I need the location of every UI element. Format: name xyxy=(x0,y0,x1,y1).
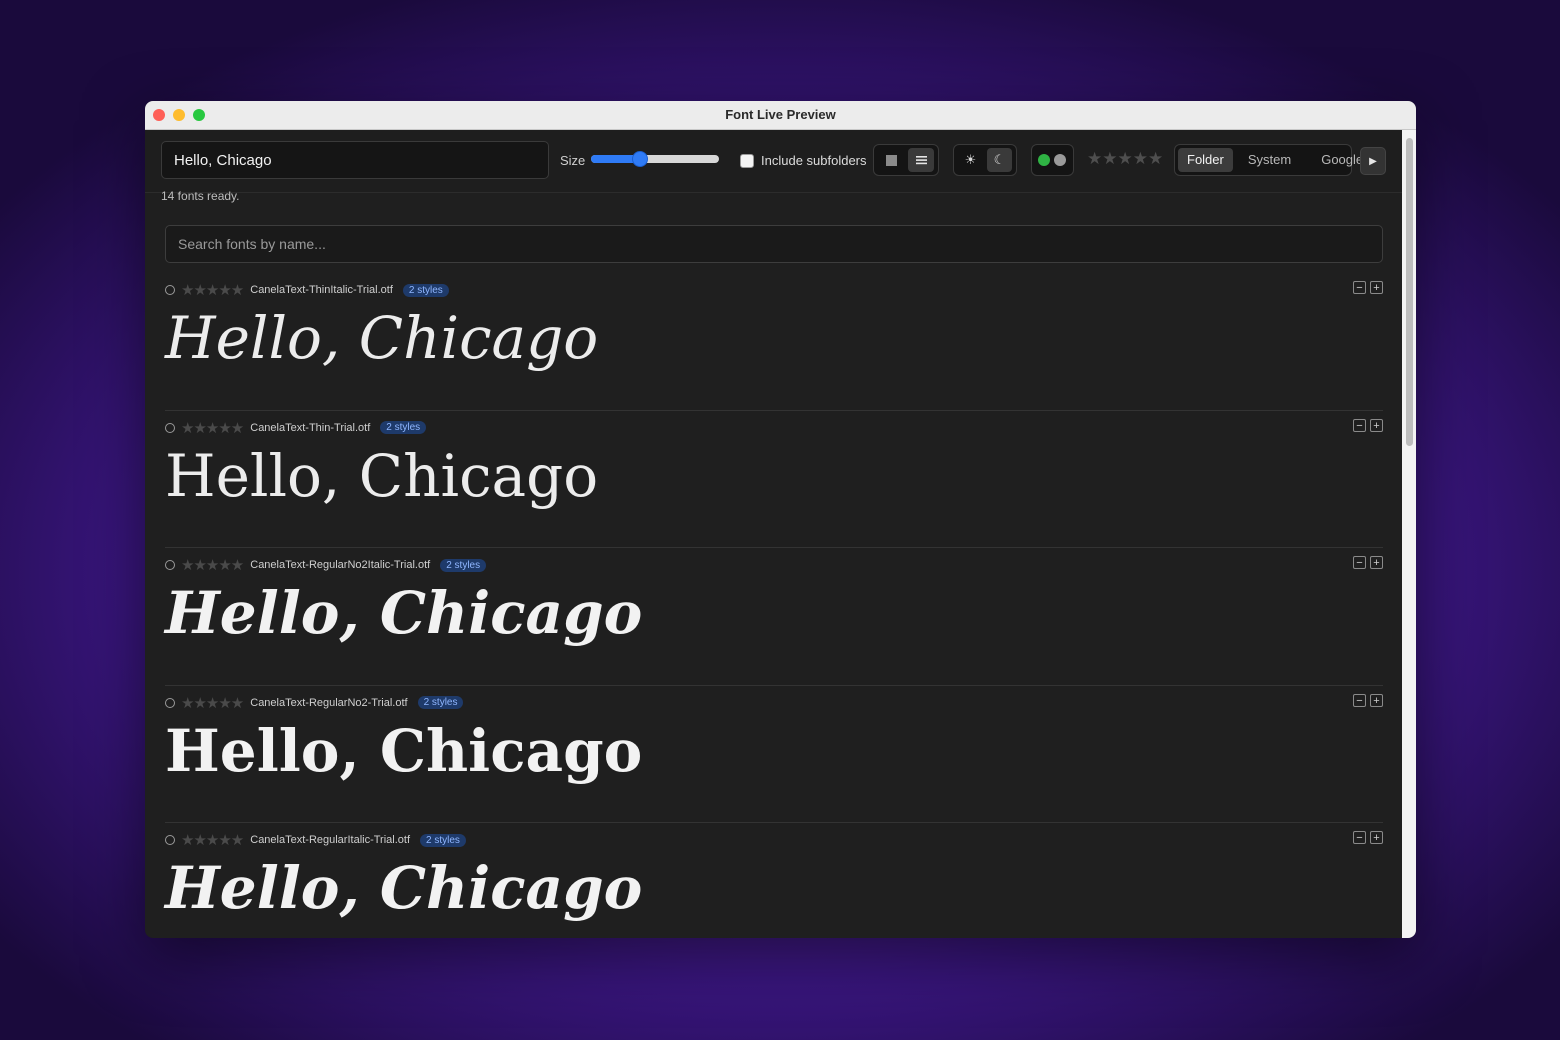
row-controls: − + xyxy=(1353,281,1383,294)
search-input[interactable] xyxy=(165,225,1383,263)
font-file-name: CanelaText-RegularItalic-Trial.otf xyxy=(250,834,411,846)
decrease-button[interactable]: − xyxy=(1353,556,1366,569)
font-file-name: CanelaText-Thin-Trial.otf xyxy=(250,421,371,434)
select-radio[interactable] xyxy=(165,560,175,570)
font-row-meta: ★★★★★ CanelaText-RegularNo2Italic-Trial.… xyxy=(165,556,487,574)
moon-icon: ☾ xyxy=(993,152,1006,167)
color-filter-toggle xyxy=(1031,144,1074,176)
font-file-name: CanelaText-ThinItalic-Trial.otf xyxy=(250,284,393,296)
sun-icon: ☀ xyxy=(964,152,977,167)
font-sample-text: Hello, Chicago xyxy=(165,304,599,372)
window-title: Font Live Preview xyxy=(725,107,836,122)
increase-button[interactable]: + xyxy=(1370,281,1383,294)
select-radio[interactable] xyxy=(165,697,175,708)
gray-dot-button[interactable] xyxy=(1054,154,1066,166)
row-controls: − + xyxy=(1353,831,1383,844)
app-window: Font Live Preview Size Include subfolder… xyxy=(145,101,1416,938)
chevron-right-icon: ▶ xyxy=(1369,155,1377,167)
source-system-button[interactable]: System xyxy=(1239,148,1300,172)
list-icon xyxy=(915,156,927,165)
styles-badge[interactable]: 2 styles xyxy=(402,283,449,297)
font-row-meta: ★★★★★ CanelaText-Thin-Trial.otf 2 styles xyxy=(165,419,427,437)
view-mode-toggle xyxy=(873,144,939,176)
green-dot-button[interactable] xyxy=(1038,154,1050,166)
include-subfolders-label[interactable]: Include subfolders xyxy=(761,153,867,168)
font-file-name: CanelaText-RegularNo2Italic-Trial.otf xyxy=(250,559,431,571)
title-bar: Font Live Preview xyxy=(145,101,1416,130)
theme-toggle: ☀ ☾ xyxy=(953,144,1017,176)
font-row: ★★★★★ CanelaText-ThinItalic-Trial.otf 2 … xyxy=(165,273,1383,411)
font-source-toggle: Folder System Google xyxy=(1174,144,1363,176)
styles-badge[interactable]: 2 styles xyxy=(420,833,466,847)
font-sample-text: Hello, Chicago xyxy=(165,579,643,647)
increase-button[interactable]: + xyxy=(1370,556,1383,569)
more-button[interactable]: ▶ xyxy=(1360,147,1386,175)
row-rating-stars[interactable]: ★★★★★ xyxy=(181,694,244,712)
decrease-button[interactable]: − xyxy=(1353,831,1366,844)
font-sample-text: Hello, Chicago xyxy=(165,441,599,510)
list-view-button[interactable] xyxy=(908,148,934,172)
preview-text-input[interactable] xyxy=(161,141,549,179)
styles-badge[interactable]: 2 styles xyxy=(417,696,464,709)
decrease-button[interactable]: − xyxy=(1353,693,1366,707)
size-label: Size xyxy=(560,153,586,168)
row-controls: − + xyxy=(1353,556,1383,569)
rating-filter-stars[interactable]: ★★★★★ xyxy=(1087,149,1163,169)
decrease-button[interactable]: − xyxy=(1353,281,1366,294)
font-row-meta: ★★★★★ CanelaText-ThinItalic-Trial.otf 2 … xyxy=(165,281,449,299)
font-list: ★★★★★ CanelaText-ThinItalic-Trial.otf 2 … xyxy=(165,273,1383,938)
include-subfolders-checkbox[interactable] xyxy=(740,154,754,168)
source-folder-button[interactable]: Folder xyxy=(1178,148,1233,172)
select-radio[interactable] xyxy=(165,285,175,295)
row-rating-stars[interactable]: ★★★★★ xyxy=(181,556,244,574)
font-row: ★★★★★ CanelaText-Thin-Trial.otf 2 styles… xyxy=(165,411,1383,548)
vertical-scrollbar[interactable] xyxy=(1402,130,1416,938)
light-theme-button[interactable]: ☀ xyxy=(958,148,983,172)
size-slider-thumb[interactable] xyxy=(631,151,648,167)
grid-view-button[interactable] xyxy=(878,148,904,172)
size-slider[interactable] xyxy=(591,151,719,167)
font-row: ★★★★★ CanelaText-RegularItalic-Trial.otf… xyxy=(165,823,1383,938)
select-radio[interactable] xyxy=(165,422,175,433)
increase-button[interactable]: + xyxy=(1370,418,1383,432)
increase-button[interactable]: + xyxy=(1370,831,1383,844)
grid-icon xyxy=(885,154,897,166)
status-text: 14 fonts ready. xyxy=(161,189,240,203)
font-row-meta: ★★★★★ CanelaText-RegularItalic-Trial.otf… xyxy=(165,831,466,849)
font-sample-text: Hello, Chicago xyxy=(165,854,643,922)
font-file-name: CanelaText-RegularNo2-Trial.otf xyxy=(250,696,408,709)
row-rating-stars[interactable]: ★★★★★ xyxy=(181,831,244,849)
row-rating-stars[interactable]: ★★★★★ xyxy=(181,419,244,437)
font-row-meta: ★★★★★ CanelaText-RegularNo2-Trial.otf 2 … xyxy=(165,694,464,712)
increase-button[interactable]: + xyxy=(1370,693,1383,707)
decrease-button[interactable]: − xyxy=(1353,418,1366,432)
row-controls: − + xyxy=(1353,418,1383,432)
scrollbar-thumb[interactable] xyxy=(1406,138,1413,446)
styles-badge[interactable]: 2 styles xyxy=(440,558,487,572)
select-radio[interactable] xyxy=(165,835,175,845)
font-row: ★★★★★ CanelaText-RegularNo2Italic-Trial.… xyxy=(165,548,1383,686)
row-controls: − + xyxy=(1353,693,1383,707)
dark-theme-button[interactable]: ☾ xyxy=(987,148,1012,172)
styles-badge[interactable]: 2 styles xyxy=(380,421,427,434)
row-rating-stars[interactable]: ★★★★★ xyxy=(181,281,244,299)
toolbar: Size Include subfolders ☀ xyxy=(145,130,1402,193)
font-sample-text: Hello, Chicago xyxy=(165,716,643,785)
font-row: ★★★★★ CanelaText-RegularNo2-Trial.otf 2 … xyxy=(165,686,1383,823)
